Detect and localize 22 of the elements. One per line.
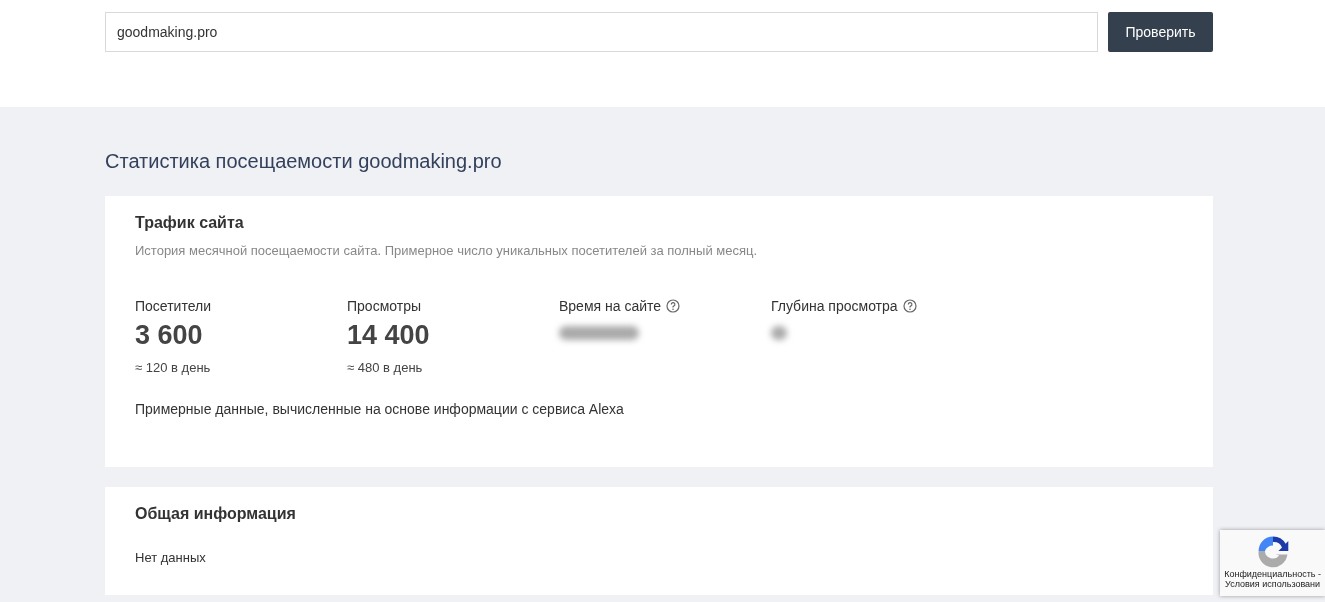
metric-value: 14 400 [347, 320, 431, 351]
metric-label: Посетители [135, 298, 211, 314]
metric-label: Глубина просмотра [771, 298, 898, 314]
metric-note: ≈ 120 в день [135, 360, 212, 375]
card-title: Общая информация [135, 505, 297, 523]
no-data-text: Нет данных [135, 550, 207, 565]
help-icon[interactable] [666, 299, 681, 313]
recaptcha-text[interactable]: Условия использовани [1225, 579, 1321, 589]
card-title: Трафик сайта [135, 214, 245, 232]
check-button[interactable]: Проверить [1108, 12, 1213, 52]
page-heading: Статистика посещаемости goodmaking.pro [105, 149, 503, 174]
card-description: История месячной посещаемости сайта. Примерное число уникальных посетителей за полный месяц. [135, 243, 759, 258]
metric-label: Время на сайте [559, 298, 662, 314]
help-icon[interactable] [902, 299, 917, 313]
recaptcha-badge[interactable]: Конфиденциальность - Условия использовани [1220, 530, 1325, 596]
metric-label: Просмотры [347, 298, 421, 314]
recaptcha-text[interactable]: Конфиденциальность - [1224, 569, 1321, 579]
blurred-value [771, 326, 787, 340]
metric-note: ≈ 480 в день [347, 360, 424, 375]
source-note: Примерные данные, вычисленные на основе информации с сервиса Alexa [135, 401, 625, 419]
url-input[interactable]: goodmaking.pro [105, 12, 1098, 52]
metric-value: 3 600 [135, 320, 204, 351]
